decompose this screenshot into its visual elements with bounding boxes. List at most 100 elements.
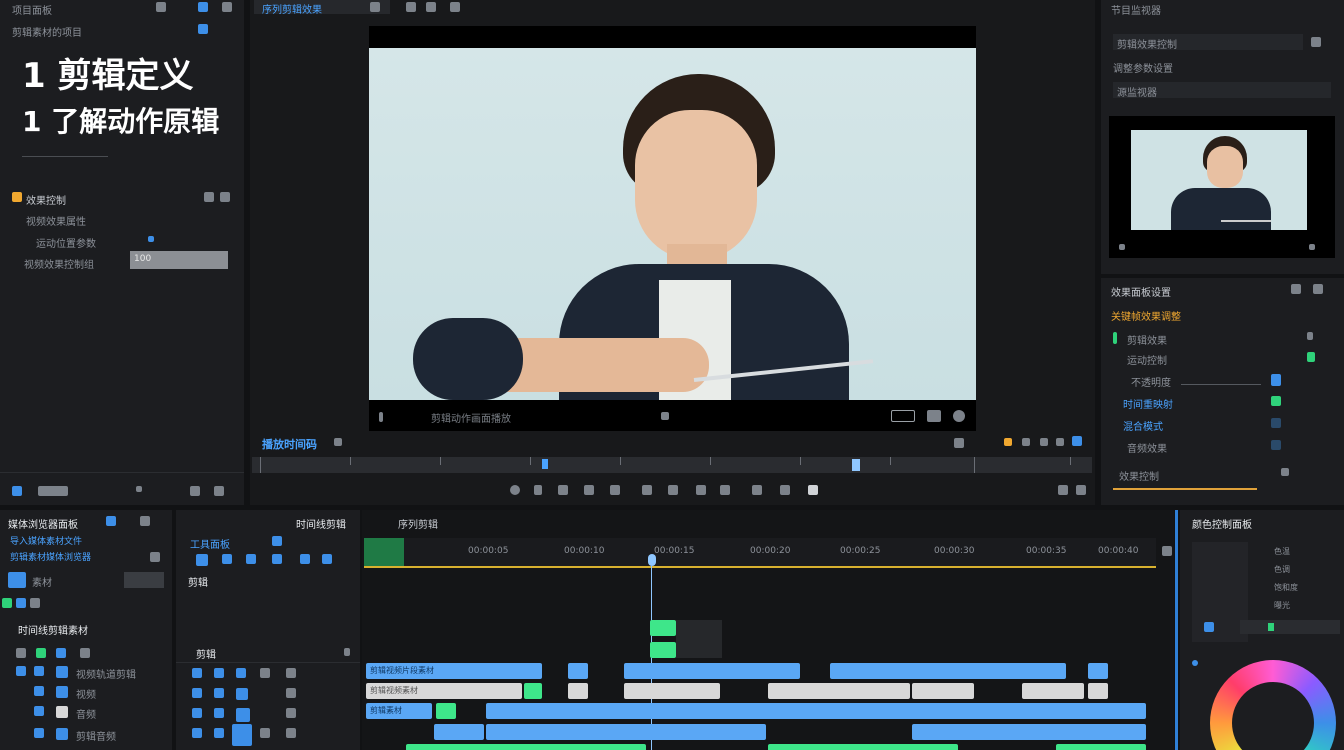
track-target-1-icon[interactable]	[192, 668, 202, 678]
clip-v2-1[interactable]: 剪辑视频素材	[366, 683, 522, 699]
new-bin-icon[interactable]	[214, 486, 224, 496]
extract-icon[interactable]	[780, 485, 790, 495]
fit-dropdown-icon[interactable]	[334, 438, 342, 446]
thumb-marker-icon[interactable]	[1119, 244, 1125, 250]
button-editor-icon[interactable]	[1072, 436, 1082, 446]
scrub-bar[interactable]	[252, 457, 1092, 473]
mark-in-icon[interactable]	[510, 485, 520, 495]
lumetri-dot-icon[interactable]	[1192, 660, 1198, 666]
nested-clip-top[interactable]	[650, 620, 676, 636]
keyframe-icon[interactable]	[148, 236, 154, 242]
track-target-6-icon[interactable]	[236, 688, 248, 700]
media-item[interactable]: 素材	[32, 574, 52, 589]
track-target-9-icon[interactable]	[236, 708, 250, 722]
effect-row-2[interactable]: 运动位置参数	[36, 235, 96, 250]
nested-clip-bottom[interactable]	[650, 642, 676, 658]
clip-a2-3[interactable]	[1056, 744, 1146, 750]
timeline-ruler[interactable]: 00:00:05 00:00:10 00:00:15 00:00:20 00:0…	[364, 538, 1156, 568]
clip-a1-2[interactable]	[486, 724, 766, 740]
effect-row-6-toggle[interactable]	[1271, 440, 1281, 450]
effect-row-2-toggle[interactable]	[1307, 352, 1315, 362]
settings-icon[interactable]	[156, 2, 166, 12]
multi-icon[interactable]	[1056, 438, 1064, 446]
track-target-2-icon[interactable]	[214, 668, 224, 678]
step-forward-icon[interactable]	[642, 485, 652, 495]
track-2-lock-icon[interactable]	[56, 686, 68, 698]
slip-icon[interactable]	[272, 554, 282, 564]
effect-row-1-keyframe-icon[interactable]	[1307, 332, 1313, 340]
track-solo-5-icon[interactable]	[286, 728, 296, 738]
track-1-lock-icon[interactable]	[56, 666, 68, 678]
effect-row-name-3[interactable]: 不透明度	[1131, 374, 1171, 389]
go-to-in-icon[interactable]	[558, 485, 568, 495]
zoom-icon[interactable]	[136, 486, 142, 492]
lumetri-icon[interactable]	[1204, 622, 1214, 632]
overwrite-icon[interactable]	[720, 485, 730, 495]
clip-v1-1[interactable]: 剪辑素材	[366, 703, 432, 719]
effect-row-1[interactable]: 视频效果属性	[26, 213, 86, 228]
effect-row-name-4[interactable]: 时间重映射	[1123, 396, 1173, 411]
opacity-slider[interactable]	[1181, 384, 1261, 385]
hand-icon[interactable]	[322, 554, 332, 564]
clip-a2-1[interactable]	[406, 744, 646, 750]
insert-icon[interactable]	[696, 485, 706, 495]
selection-tool-icon[interactable]	[272, 536, 282, 546]
track-toggle-icon[interactable]	[16, 648, 26, 658]
clip-v1-3[interactable]	[486, 703, 1146, 719]
track-4-lock-icon[interactable]	[56, 728, 68, 740]
clip-v2-8[interactable]	[1088, 683, 1108, 699]
playhead[interactable]	[648, 554, 656, 566]
play-icon[interactable]	[610, 485, 620, 495]
thumb-play-icon[interactable]	[1309, 244, 1315, 250]
track-1-eye-icon[interactable]	[16, 666, 26, 676]
clip-v3-2[interactable]	[568, 663, 588, 679]
new-item-icon[interactable]	[198, 24, 208, 34]
field-dropdown-icon[interactable]	[1311, 37, 1321, 47]
effects-menu-icon[interactable]	[1313, 284, 1323, 294]
camera-icon[interactable]	[808, 485, 818, 495]
clip-v1-2[interactable]	[436, 703, 456, 719]
go-to-out-icon[interactable]	[668, 485, 678, 495]
effect-row-3-toggle[interactable]	[1271, 374, 1281, 386]
more-icon[interactable]	[220, 192, 230, 202]
add-icon[interactable]	[1058, 485, 1068, 495]
track-solo-2-icon[interactable]	[286, 688, 296, 698]
favorite-icon[interactable]	[150, 552, 160, 562]
media-green-icon[interactable]	[2, 598, 12, 608]
dropdown-icon[interactable]	[661, 412, 669, 420]
track-solo-1-icon[interactable]	[286, 668, 296, 678]
track-1-sync-icon[interactable]	[34, 666, 44, 676]
effect-row-name-5[interactable]: 混合模式	[1123, 418, 1163, 433]
track-target-7-icon[interactable]	[192, 708, 202, 718]
program-field-1[interactable]: 剪辑效果控制	[1113, 34, 1303, 51]
effect-row-4-toggle[interactable]	[1271, 396, 1281, 406]
effect-row-3[interactable]: 视频效果控制组	[24, 256, 94, 271]
lumetri-slider[interactable]	[1240, 620, 1340, 634]
clip-v2-6[interactable]	[912, 683, 974, 699]
clip-v2-7[interactable]	[1022, 683, 1084, 699]
track-2-eye-icon[interactable]	[34, 686, 44, 696]
track-4-eye-icon[interactable]	[34, 728, 44, 738]
export-frame-icon[interactable]	[927, 410, 941, 422]
effect-row-name-6[interactable]: 音频效果	[1127, 440, 1167, 455]
icon-view-icon[interactable]	[38, 486, 68, 496]
clip-v2-5[interactable]	[768, 683, 910, 699]
loop-icon[interactable]	[1022, 438, 1030, 446]
scrub-marker[interactable]	[852, 459, 860, 471]
media-close-icon[interactable]	[140, 516, 150, 526]
track-target-3-icon[interactable]	[236, 668, 246, 678]
list-view-icon[interactable]	[12, 486, 22, 496]
program-caption-field[interactable]: 源监视器	[1113, 82, 1331, 99]
step-back-icon[interactable]	[584, 485, 594, 495]
media-menu-icon[interactable]	[106, 516, 116, 526]
lift-icon[interactable]	[752, 485, 762, 495]
track-lock-icon[interactable]	[80, 648, 90, 658]
effects-settings-icon[interactable]	[1291, 284, 1301, 294]
clip-v3-3[interactable]	[624, 663, 800, 679]
clip-a1-3[interactable]	[912, 724, 1146, 740]
output-icon[interactable]	[1040, 438, 1048, 446]
mark-out-icon[interactable]	[534, 485, 542, 495]
safe-margins-icon[interactable]	[891, 410, 915, 422]
track-solo-4-icon[interactable]	[260, 728, 270, 738]
sequence-tab[interactable]: 序列剪辑	[398, 516, 438, 531]
